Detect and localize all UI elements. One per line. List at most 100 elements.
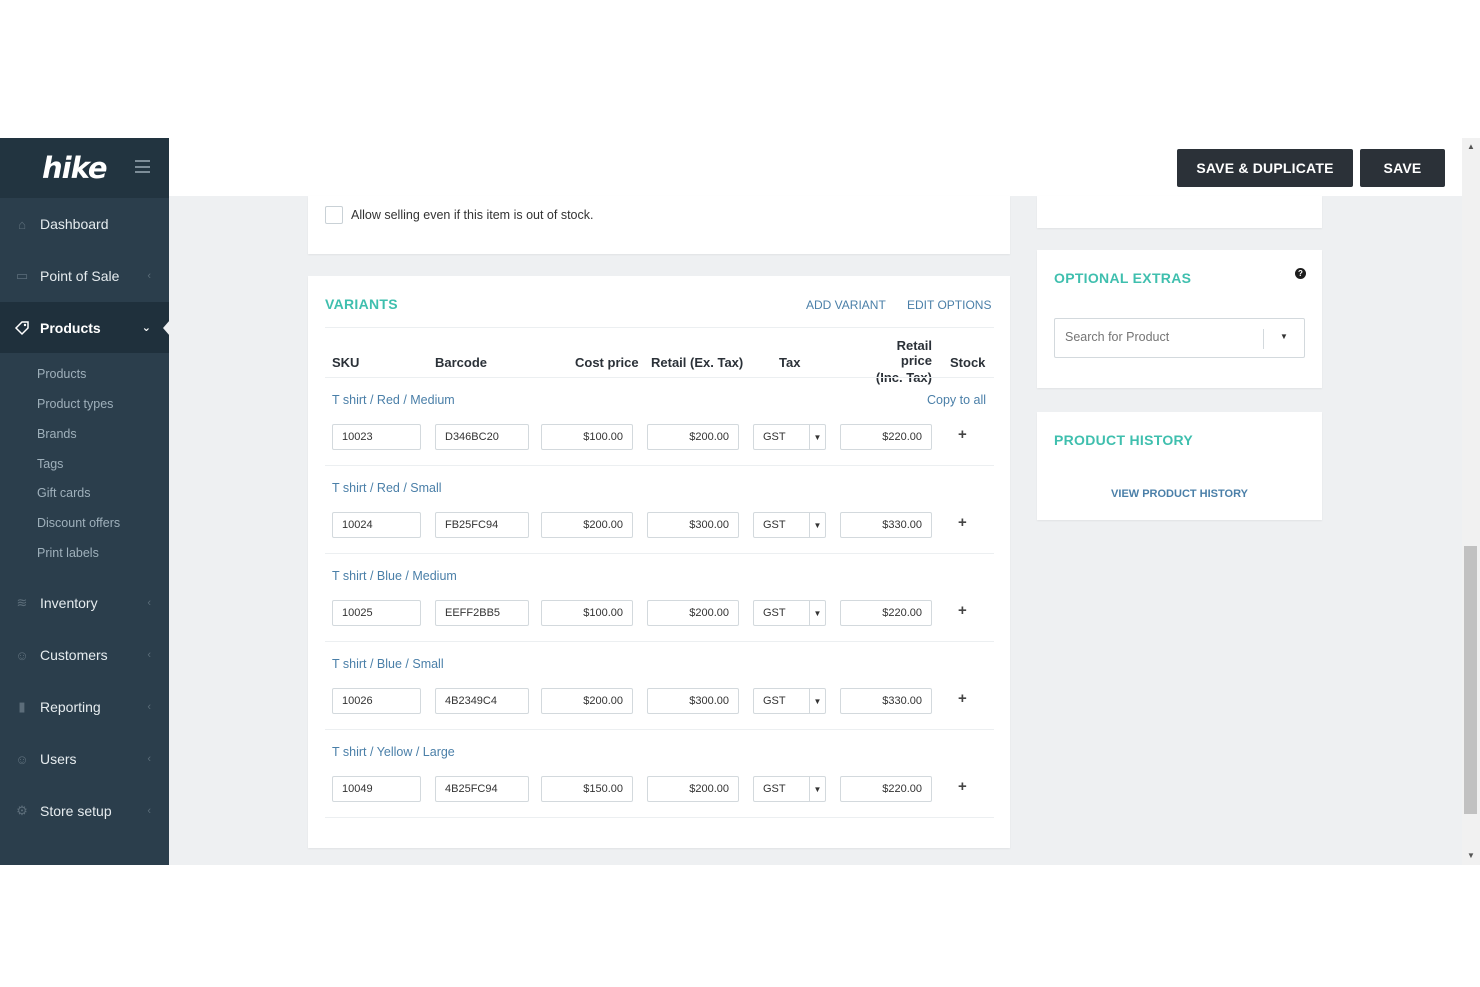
subnav-products[interactable]: Products: [37, 367, 86, 381]
subnav-product-types[interactable]: Product types: [37, 397, 113, 411]
app-window: hike ⌂ Dashboard ▭ Point of Sale ‹ Produ…: [0, 138, 1480, 865]
nav-item-label: Users: [40, 751, 77, 767]
nav-item-inventory[interactable]: ≋ Inventory ‹: [0, 577, 169, 629]
optional-extras-card: OPTIONAL EXTRAS ? ▼: [1037, 250, 1322, 388]
tax-select[interactable]: GST ▼: [753, 424, 826, 450]
cost-price-input[interactable]: $200.00: [541, 512, 633, 538]
barcode-input[interactable]: EEFF2BB5: [435, 600, 529, 626]
retail-inc-tax-input[interactable]: $330.00: [840, 688, 932, 714]
scroll-up-icon[interactable]: ▲: [1467, 142, 1475, 151]
inventory-options-card: Allow selling even if this item is out o…: [308, 196, 1010, 254]
add-stock-icon[interactable]: +: [958, 426, 967, 443]
tag-icon: [14, 320, 30, 336]
sku-input[interactable]: 10049: [332, 776, 421, 802]
add-stock-icon[interactable]: +: [958, 690, 967, 707]
retail-ex-tax-input[interactable]: $200.00: [647, 776, 739, 802]
product-history-card: PRODUCT HISTORY VIEW PRODUCT HISTORY: [1037, 412, 1322, 520]
user-icon: ☺: [15, 751, 29, 767]
nav-item-reporting[interactable]: ▮ Reporting ‹: [0, 681, 169, 733]
variant-name: T shirt / Blue / Small: [332, 657, 444, 671]
sku-input[interactable]: 10024: [332, 512, 421, 538]
scroll-down-icon[interactable]: ▼: [1467, 851, 1475, 860]
cost-price-input[interactable]: $100.00: [541, 600, 633, 626]
nav-item-customers[interactable]: ☺ Customers ‹: [0, 629, 169, 681]
product-history-title: PRODUCT HISTORY: [1054, 432, 1194, 448]
save-and-duplicate-button[interactable]: SAVE & DUPLICATE: [1177, 149, 1353, 187]
variant-name: T shirt / Red / Small: [332, 481, 442, 495]
chevron-left-icon: ‹: [147, 649, 151, 661]
optional-extras-title: OPTIONAL EXTRAS: [1054, 270, 1192, 286]
nav-item-point-of-sale[interactable]: ▭ Point of Sale ‹: [0, 250, 169, 302]
sku-input[interactable]: 10023: [332, 424, 421, 450]
retail-inc-tax-input[interactable]: $220.00: [840, 776, 932, 802]
retail-ex-tax-input[interactable]: $200.00: [647, 424, 739, 450]
product-search-select[interactable]: ▼: [1054, 318, 1305, 358]
subnav-gift-cards[interactable]: Gift cards: [37, 486, 91, 500]
tax-select[interactable]: GST ▼: [753, 512, 826, 538]
dropdown-arrow-icon: ▼: [809, 513, 825, 537]
nav-item-users[interactable]: ☺ Users ‹: [0, 733, 169, 785]
add-stock-icon[interactable]: +: [958, 778, 967, 795]
tax-select-value: GST: [763, 695, 786, 707]
nav-item-label: Reporting: [40, 699, 101, 715]
column-header-stock: Stock: [950, 355, 986, 370]
add-stock-icon[interactable]: +: [958, 602, 967, 619]
cost-price-input[interactable]: $150.00: [541, 776, 633, 802]
chevron-left-icon: ‹: [147, 701, 151, 713]
retail-inc-tax-input[interactable]: $220.00: [840, 600, 932, 626]
cost-price-input[interactable]: $100.00: [541, 424, 633, 450]
nav-item-products[interactable]: Products ⌄: [0, 302, 170, 353]
variant-name: T shirt / Yellow / Large: [332, 745, 455, 759]
retail-inc-tax-input[interactable]: $330.00: [840, 512, 932, 538]
sku-input[interactable]: 10026: [332, 688, 421, 714]
nav-item-label: Point of Sale: [40, 268, 120, 284]
sku-input[interactable]: 10025: [332, 600, 421, 626]
variants-card: VARIANTS ADD VARIANT EDIT OPTIONS SKU Ba…: [308, 276, 1010, 848]
save-button[interactable]: SAVE: [1360, 149, 1445, 187]
tax-select[interactable]: GST ▼: [753, 776, 826, 802]
gear-icon: ⚙: [16, 803, 28, 818]
add-stock-icon[interactable]: +: [958, 514, 967, 531]
subnav-tags[interactable]: Tags: [37, 457, 63, 471]
divider: [325, 729, 994, 730]
variant-name: T shirt / Red / Medium: [332, 393, 455, 407]
barcode-input[interactable]: 4B25FC94: [435, 776, 529, 802]
view-product-history-link[interactable]: VIEW PRODUCT HISTORY: [1037, 488, 1322, 500]
menu-icon[interactable]: [135, 160, 150, 173]
copy-to-all-link[interactable]: Copy to all: [927, 393, 986, 407]
allow-selling-checkbox[interactable]: [325, 206, 343, 224]
subnav-brands[interactable]: Brands: [37, 427, 77, 441]
divider: [325, 377, 994, 378]
tax-select[interactable]: GST ▼: [753, 688, 826, 714]
help-icon[interactable]: ?: [1295, 268, 1306, 279]
barcode-input[interactable]: D346BC20: [435, 424, 529, 450]
add-variant-link[interactable]: ADD VARIANT: [806, 298, 886, 312]
tax-select[interactable]: GST ▼: [753, 600, 826, 626]
retail-ex-tax-input[interactable]: $300.00: [647, 688, 739, 714]
variants-title: VARIANTS: [325, 296, 398, 312]
scrollbar-thumb[interactable]: [1464, 546, 1477, 814]
barcode-input[interactable]: FB25FC94: [435, 512, 529, 538]
retail-ex-tax-input[interactable]: $300.00: [647, 512, 739, 538]
nav-item-dashboard[interactable]: ⌂ Dashboard: [0, 198, 169, 250]
column-header-sku: SKU: [332, 355, 360, 370]
retail-ex-tax-input[interactable]: $200.00: [647, 600, 739, 626]
chevron-left-icon: ‹: [147, 805, 151, 817]
divider: [325, 817, 994, 818]
home-icon: ⌂: [18, 216, 26, 232]
barcode-input[interactable]: 4B2349C4: [435, 688, 529, 714]
nav-item-store-setup[interactable]: ⚙ Store setup ‹: [0, 785, 169, 837]
cost-price-input[interactable]: $200.00: [541, 688, 633, 714]
tax-select-value: GST: [763, 431, 786, 443]
chevron-down-icon[interactable]: ▼: [1280, 332, 1288, 341]
subnav-discount-offers[interactable]: Discount offers: [37, 516, 120, 530]
subnav-print-labels[interactable]: Print labels: [37, 546, 99, 560]
register-icon: ▭: [15, 268, 29, 283]
edit-options-link[interactable]: EDIT OPTIONS: [907, 298, 991, 312]
hike-logo[interactable]: hike: [42, 151, 108, 185]
tax-select-value: GST: [763, 783, 786, 795]
product-search-input[interactable]: [1065, 330, 1260, 344]
top-bar: SAVE & DUPLICATE SAVE: [169, 138, 1462, 196]
scrollbar[interactable]: ▲ ▼: [1462, 138, 1480, 865]
retail-inc-tax-input[interactable]: $220.00: [840, 424, 932, 450]
